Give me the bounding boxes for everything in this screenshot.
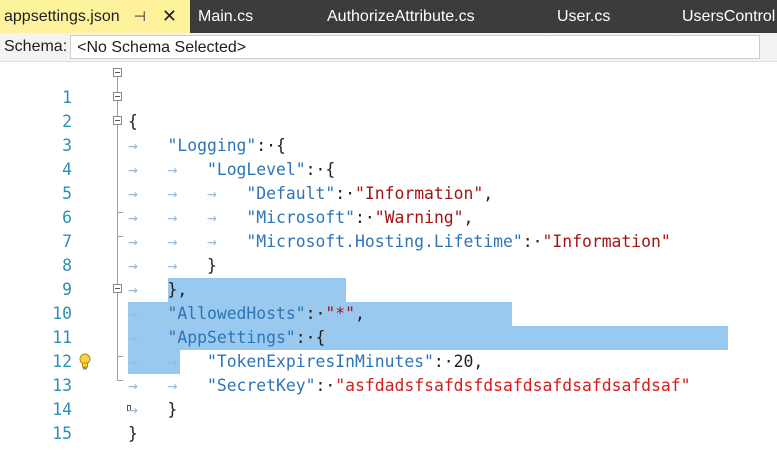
code-line: 7 → → } [0,206,777,275]
pin-icon[interactable]: ⊣ [134,8,146,25]
code-line: 6 → → → "Microsoft.Hosting.Lifetime":·"I… [0,182,777,251]
code-line: 9 → "AllowedHosts":·"*", [0,254,777,323]
code-line: 8 → }, [0,230,777,299]
code-line: 10 → "AppSettings":·{ [0,278,777,347]
tab-user-cs[interactable]: User.cs [549,0,674,33]
tab-label: appsettings.json [4,7,120,25]
tab-label: Main.cs [198,7,254,25]
schema-label: Schema: [4,38,68,55]
code-line: 12 → → "SecretKey":·"asfdadsfsafdsfdsafd… [0,326,777,395]
tab-label: AuthorizeAttribute.cs [327,7,475,25]
line-number: 15 [52,424,72,443]
code-line: 1 { [0,62,777,131]
code-line: 2 → "Logging":·{ [0,86,777,155]
tab-appsettings-json[interactable]: appsettings.json ⊣ ✕ [0,0,190,33]
code-line: 5 → → → "Microsoft":·"Warning", [0,158,777,227]
document-tab-strip: appsettings.json ⊣ ✕ Main.cs AuthorizeAt… [0,0,777,33]
code-line: 15 [0,398,777,443]
code-editor[interactable]: 1 { 2 → "Logging":·{ 3 → → "LogLevel":·{… [0,62,777,443]
tab-label: UsersControl [682,7,776,25]
code-line: 13 → } [0,350,777,419]
schema-dropdown[interactable]: <No Schema Selected> [70,35,761,59]
tab-authorizeattribute-cs[interactable]: AuthorizeAttribute.cs [319,0,549,33]
tab-main-cs[interactable]: Main.cs [190,0,319,33]
code-line: 11 → → "TokenExpiresInMinutes":·20, [0,302,777,371]
close-icon[interactable]: ✕ [162,6,177,27]
schema-bar: Schema: <No Schema Selected> [0,33,777,62]
tab-label: User.cs [557,7,611,25]
code-line: 4 → → → "Default":·"Information", [0,134,777,203]
tab-userscontrol[interactable]: UsersControl [674,0,777,33]
code-line: 14 } [0,374,777,443]
code-line: 3 → → "LogLevel":·{ [0,110,777,179]
